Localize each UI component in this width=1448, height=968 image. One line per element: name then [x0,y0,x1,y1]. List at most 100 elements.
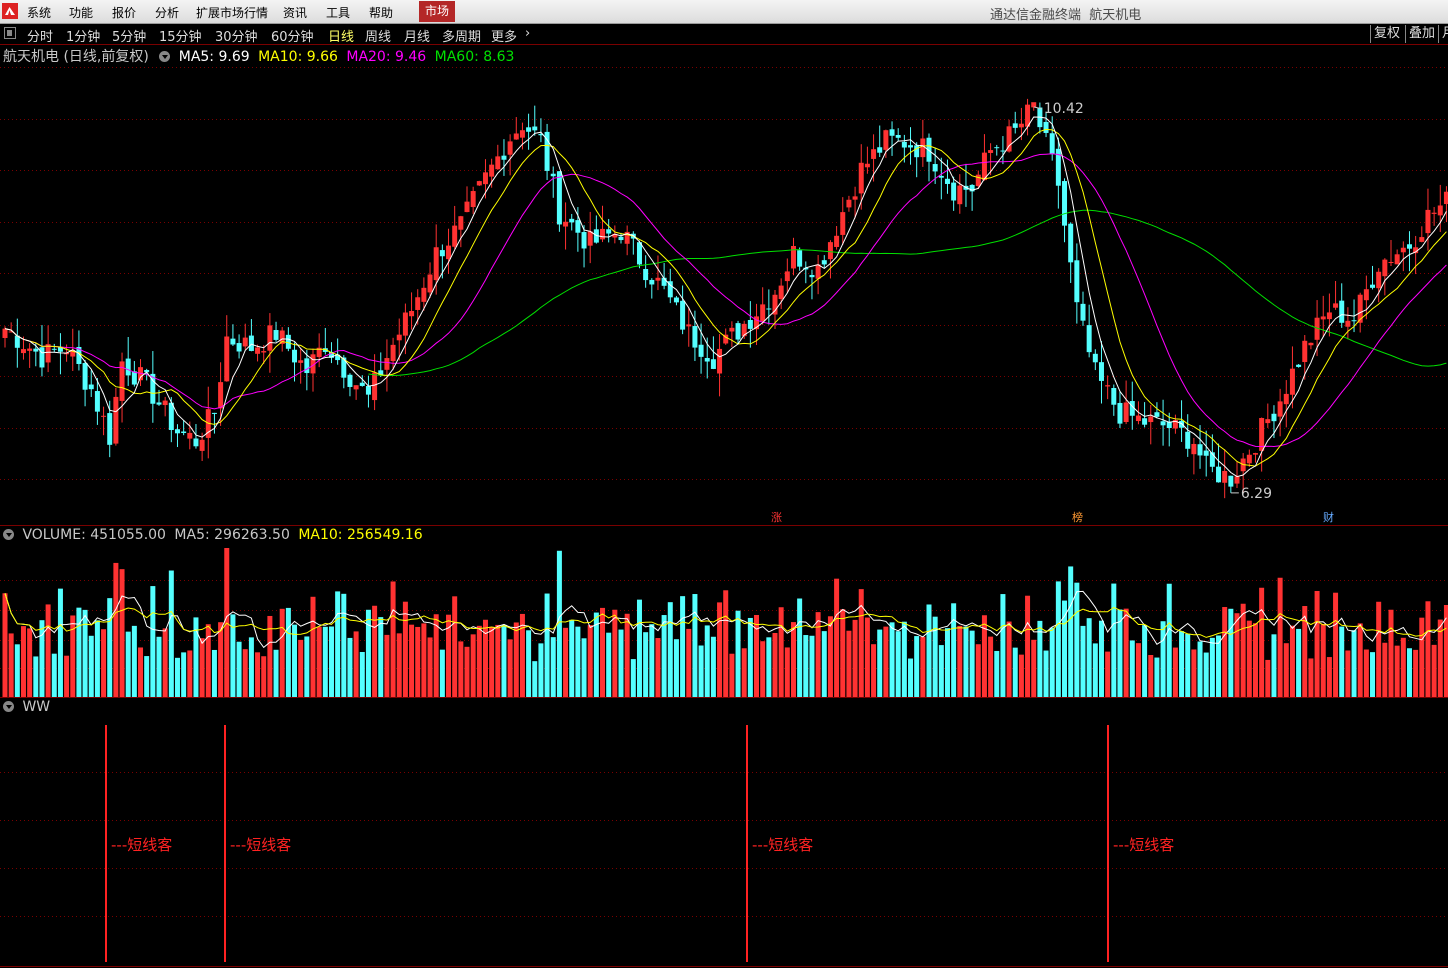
volume-bar [1080,625,1086,697]
volume-bar [569,619,575,697]
candle-body [267,325,273,351]
volume-bar [704,625,710,697]
candle-body [224,336,230,382]
candle-body [470,191,476,208]
candle-body [298,360,304,363]
ww-signal-label: ---短线客 [230,836,291,854]
volume-bar [1363,649,1369,697]
volume-bar [94,620,100,697]
candle-body [729,327,735,332]
volume-bar [328,626,334,697]
volume-bar [920,636,926,697]
volume-bar [1148,654,1154,697]
candle-body [643,268,649,281]
volume-bar [1271,634,1277,697]
volume-bar [51,653,57,697]
candle-body [347,374,353,387]
volume-bar [1166,583,1172,697]
candle-body [649,279,655,285]
high-price-label: 10.42 [1044,101,1084,117]
volume-bar [150,586,156,697]
volume-bar [655,638,661,697]
volume-bar [1006,621,1012,697]
candle-body [88,384,94,390]
volume-bar [199,638,205,697]
volume-bar [1308,658,1314,697]
candle-body [2,328,8,338]
volume-bar [1259,587,1265,697]
candle-body [840,212,846,235]
candle-body [107,413,113,445]
volume-bar [415,626,421,697]
ma60-line [368,209,1447,377]
volume-bar [1179,631,1185,697]
candle-body [1068,223,1074,263]
volume-bar [951,603,957,697]
candle-body [975,174,981,187]
candle-body [834,235,840,247]
candle-body [187,432,193,439]
volume-bar [636,599,642,697]
candle-body [1370,284,1376,288]
volume-bar [347,637,353,697]
volume-bar [994,650,1000,697]
candle-body [501,155,507,160]
volume-bar [476,625,482,697]
candle-body [957,185,963,205]
candle-body [421,287,427,302]
candle-body [1191,443,1197,455]
volume-bar [1055,581,1061,697]
volume-bar [871,644,877,697]
volume-bar [242,649,248,697]
volume-bar [1086,618,1092,697]
volume-bar [600,607,606,697]
candle-body [1160,421,1166,426]
volume-bar [1351,630,1357,697]
candle-body [1357,294,1363,323]
volume-bar [248,637,254,697]
candle-body [1222,470,1228,483]
volume-bar [1222,607,1228,697]
candle-body [255,347,261,354]
candle-body [680,300,686,330]
volume-bar [162,628,168,697]
candle-body [113,396,119,444]
volume-bar [698,645,704,697]
volume-bar [33,656,39,697]
candle-body [101,415,107,417]
candle-body [1123,402,1129,423]
volume-bar [834,578,840,697]
volume-bar [1326,657,1332,697]
candle-body [433,247,439,281]
volume-bar [821,631,827,697]
volume-bar [39,620,45,697]
volume-bar [1406,648,1412,697]
candle-body [563,221,569,227]
volume-bar [612,609,618,697]
candle-body [938,175,944,178]
candle-body [1339,300,1345,323]
volume-bar [322,626,328,697]
volume-bar [1098,620,1104,697]
volume-bar [877,629,883,697]
volume-bar [957,625,963,697]
candle-body [772,294,778,315]
candle-body [1111,387,1117,405]
candle-body [766,308,772,310]
candle-body [384,358,390,370]
candle-body [1437,205,1443,216]
volume-bar [495,624,501,697]
candle-body [797,250,803,267]
volume-bar [1129,640,1135,697]
candle-body [1074,260,1080,303]
candle-body [464,201,470,213]
volume-bar [261,656,267,697]
volume-bar [963,626,969,697]
candle-body [1376,271,1382,289]
volume-bar [1062,600,1068,697]
kline-chart[interactable]: 10.42 6.29 ---短线客 ---短线客 ---短线客 ---短线客 [0,0,1448,968]
candle-body [1443,191,1448,205]
volume-bar [470,634,476,697]
volume-bar [673,639,679,697]
candle-body [1431,212,1437,214]
